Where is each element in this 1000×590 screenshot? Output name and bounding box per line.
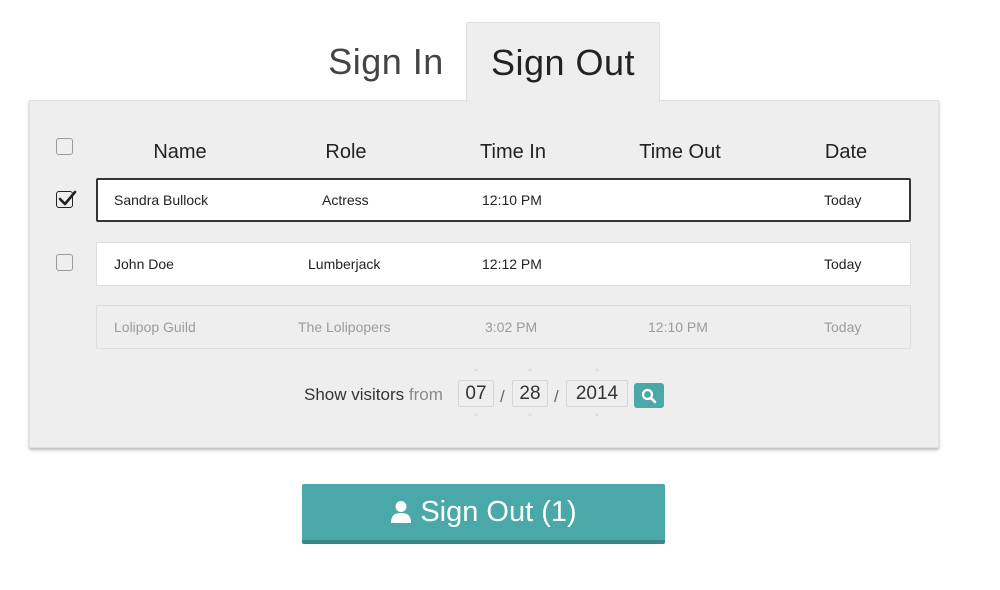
day-stepper[interactable]: ⌃ ⌄ xyxy=(512,369,548,419)
table-header: Name Role Time In Time Out Date xyxy=(30,138,940,165)
date-separator: / xyxy=(554,387,559,406)
tab-bar: Sign In Sign Out xyxy=(306,22,660,102)
chevron-up-icon[interactable]: ⌃ xyxy=(593,369,601,379)
cell-time-in: 12:12 PM xyxy=(482,256,542,272)
user-icon xyxy=(391,501,412,523)
date-filter-label: Show visitors from xyxy=(304,385,443,405)
cell-role: Actress xyxy=(322,192,369,208)
year-input[interactable] xyxy=(566,380,628,407)
column-header-time-in: Time In xyxy=(480,141,546,163)
show-visitors-text: Show visitors xyxy=(304,385,405,404)
cell-time-in: 12:10 PM xyxy=(482,192,542,208)
day-input[interactable] xyxy=(512,380,548,407)
cell-time-in: 3:02 PM xyxy=(485,319,538,335)
column-header-name: Name xyxy=(153,141,207,163)
month-stepper[interactable]: ⌃ ⌄ xyxy=(458,369,494,419)
cell-name: John Doe xyxy=(114,256,174,272)
table-row: Lolipop Guild The Lolipopers 3:02 PM 12:… xyxy=(96,305,911,349)
cell-date: Today xyxy=(824,319,862,335)
date-separator: / xyxy=(500,387,505,406)
cell-time-out: 12:10 PM xyxy=(648,319,708,335)
cell-name: Sandra Bullock xyxy=(114,192,209,208)
cell-name: Lolipop Guild xyxy=(114,319,196,335)
chevron-down-icon[interactable]: ⌄ xyxy=(526,409,534,419)
cell-role: Lumberjack xyxy=(308,256,381,272)
search-button[interactable] xyxy=(634,383,664,408)
year-stepper[interactable]: ⌃ ⌄ xyxy=(566,369,628,419)
tab-sign-in[interactable]: Sign In xyxy=(306,22,466,102)
date-filter: Show visitors from ⌃ ⌄ / ⌃ ⌄ / ⌃ ⌄ xyxy=(30,369,940,419)
table-row[interactable]: Sandra Bullock Actress 12:10 PM Today xyxy=(96,178,911,222)
row-checkbox[interactable] xyxy=(56,190,77,208)
from-text: from xyxy=(408,385,443,404)
cell-role: The Lolipopers xyxy=(298,319,391,335)
select-all-checkbox[interactable] xyxy=(56,138,73,155)
sign-out-button[interactable]: Sign Out (1) xyxy=(302,484,665,544)
chevron-up-icon[interactable]: ⌃ xyxy=(526,369,534,379)
table-row[interactable]: John Doe Lumberjack 12:12 PM Today xyxy=(96,242,911,286)
tab-sign-out[interactable]: Sign Out xyxy=(466,22,660,102)
check-icon xyxy=(58,190,77,206)
column-header-date: Date xyxy=(824,141,868,163)
sign-out-button-label: Sign Out (1) xyxy=(420,495,577,528)
visitors-panel: Name Role Time In Time Out Date Sandra B… xyxy=(29,100,939,448)
search-icon xyxy=(641,388,657,403)
cell-date: Today xyxy=(824,192,862,208)
chevron-down-icon[interactable]: ⌄ xyxy=(593,409,601,419)
month-input[interactable] xyxy=(458,380,494,407)
column-header-time-out: Time Out xyxy=(639,141,721,163)
chevron-down-icon[interactable]: ⌄ xyxy=(472,409,480,419)
row-checkbox[interactable] xyxy=(56,254,73,271)
column-header-role: Role xyxy=(325,141,367,163)
chevron-up-icon[interactable]: ⌃ xyxy=(472,369,480,379)
cell-date: Today xyxy=(824,256,862,272)
